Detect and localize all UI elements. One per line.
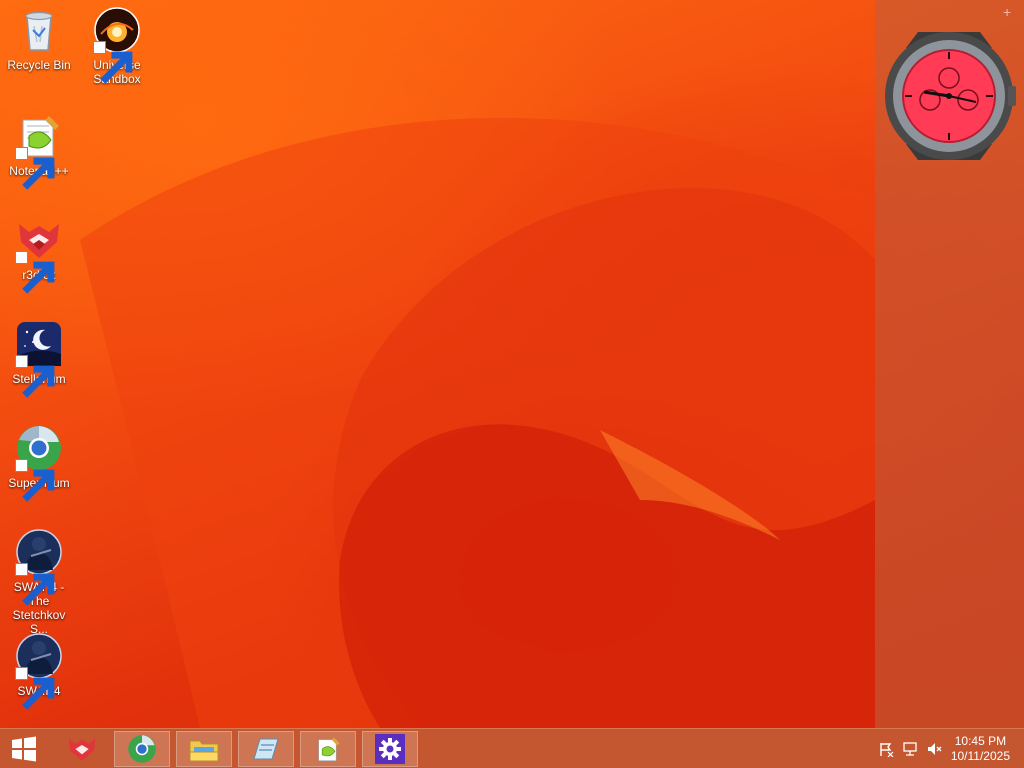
taskbar-settings-button[interactable] xyxy=(362,731,418,767)
file-explorer-icon xyxy=(189,740,219,762)
taskbar-supermium-button[interactable] xyxy=(114,731,170,767)
desktop-icon-universe-sandbox[interactable]: Universe Sandbox xyxy=(81,6,153,86)
r3dfox-icon xyxy=(68,738,96,761)
taskbar-clock[interactable]: 10:45 PM 10/11/2025 xyxy=(951,734,1010,764)
supermium-icon xyxy=(128,735,156,763)
notepad-plus-plus-icon xyxy=(318,737,340,761)
desktop-icon-supermium[interactable]: Supermium xyxy=(3,424,75,502)
desktop-icon-label: Recycle Bin xyxy=(7,58,71,72)
wallpaper-swirl xyxy=(80,117,875,728)
shortcut-arrow-icon xyxy=(15,251,55,294)
desktop-icon-r3dfox[interactable]: r3dfox xyxy=(3,216,75,294)
desktop-icon-stellarium[interactable]: Stellarium xyxy=(3,320,75,398)
desktop-icon-swat4-stetchkov[interactable]: SWAT 4 - The Stetchkov S... xyxy=(3,528,75,636)
clock-time: 10:45 PM xyxy=(954,734,1007,748)
shortcut-arrow-icon xyxy=(93,41,133,84)
windows-start-icon xyxy=(12,736,36,762)
shortcut-arrow-icon xyxy=(15,355,55,398)
shortcut-arrow-icon xyxy=(15,459,55,502)
watch-clock-gadget[interactable] xyxy=(880,28,1020,164)
add-gadget-icon[interactable]: + xyxy=(1003,4,1011,20)
volume-muted-icon[interactable] xyxy=(926,741,942,757)
desktop-icon-notepad-plus-plus[interactable]: Notepad++ xyxy=(3,112,75,190)
clock-date: 10/11/2025 xyxy=(950,749,1010,763)
shortcut-arrow-icon xyxy=(15,147,55,190)
desktop[interactable]: Recycle Bin Universe Sandbox Notepad++ r… xyxy=(0,0,1024,728)
settings-gear-icon xyxy=(375,734,405,764)
desktop-icon-swat4[interactable]: SWAT 4 xyxy=(3,632,75,710)
taskbar-r3dfox-button[interactable] xyxy=(54,731,110,767)
taskbar-file-explorer-button[interactable] xyxy=(176,731,232,767)
taskbar: 10:45 PM 10/11/2025 xyxy=(0,728,1024,768)
desktop-icon-recycle-bin[interactable]: Recycle Bin xyxy=(3,6,75,72)
taskbar-notepad-plus-plus-button[interactable] xyxy=(300,731,356,767)
shortcut-arrow-icon xyxy=(15,667,55,710)
shortcut-arrow-icon xyxy=(15,563,55,606)
action-center-flag-icon[interactable] xyxy=(878,741,894,757)
notepad-icon xyxy=(253,738,279,760)
network-icon[interactable] xyxy=(902,741,918,757)
start-button[interactable] xyxy=(0,731,48,767)
system-tray: 10:45 PM 10/11/2025 xyxy=(864,729,1024,768)
recycle-bin-icon xyxy=(25,11,53,51)
taskbar-notepad-button[interactable] xyxy=(238,731,294,767)
